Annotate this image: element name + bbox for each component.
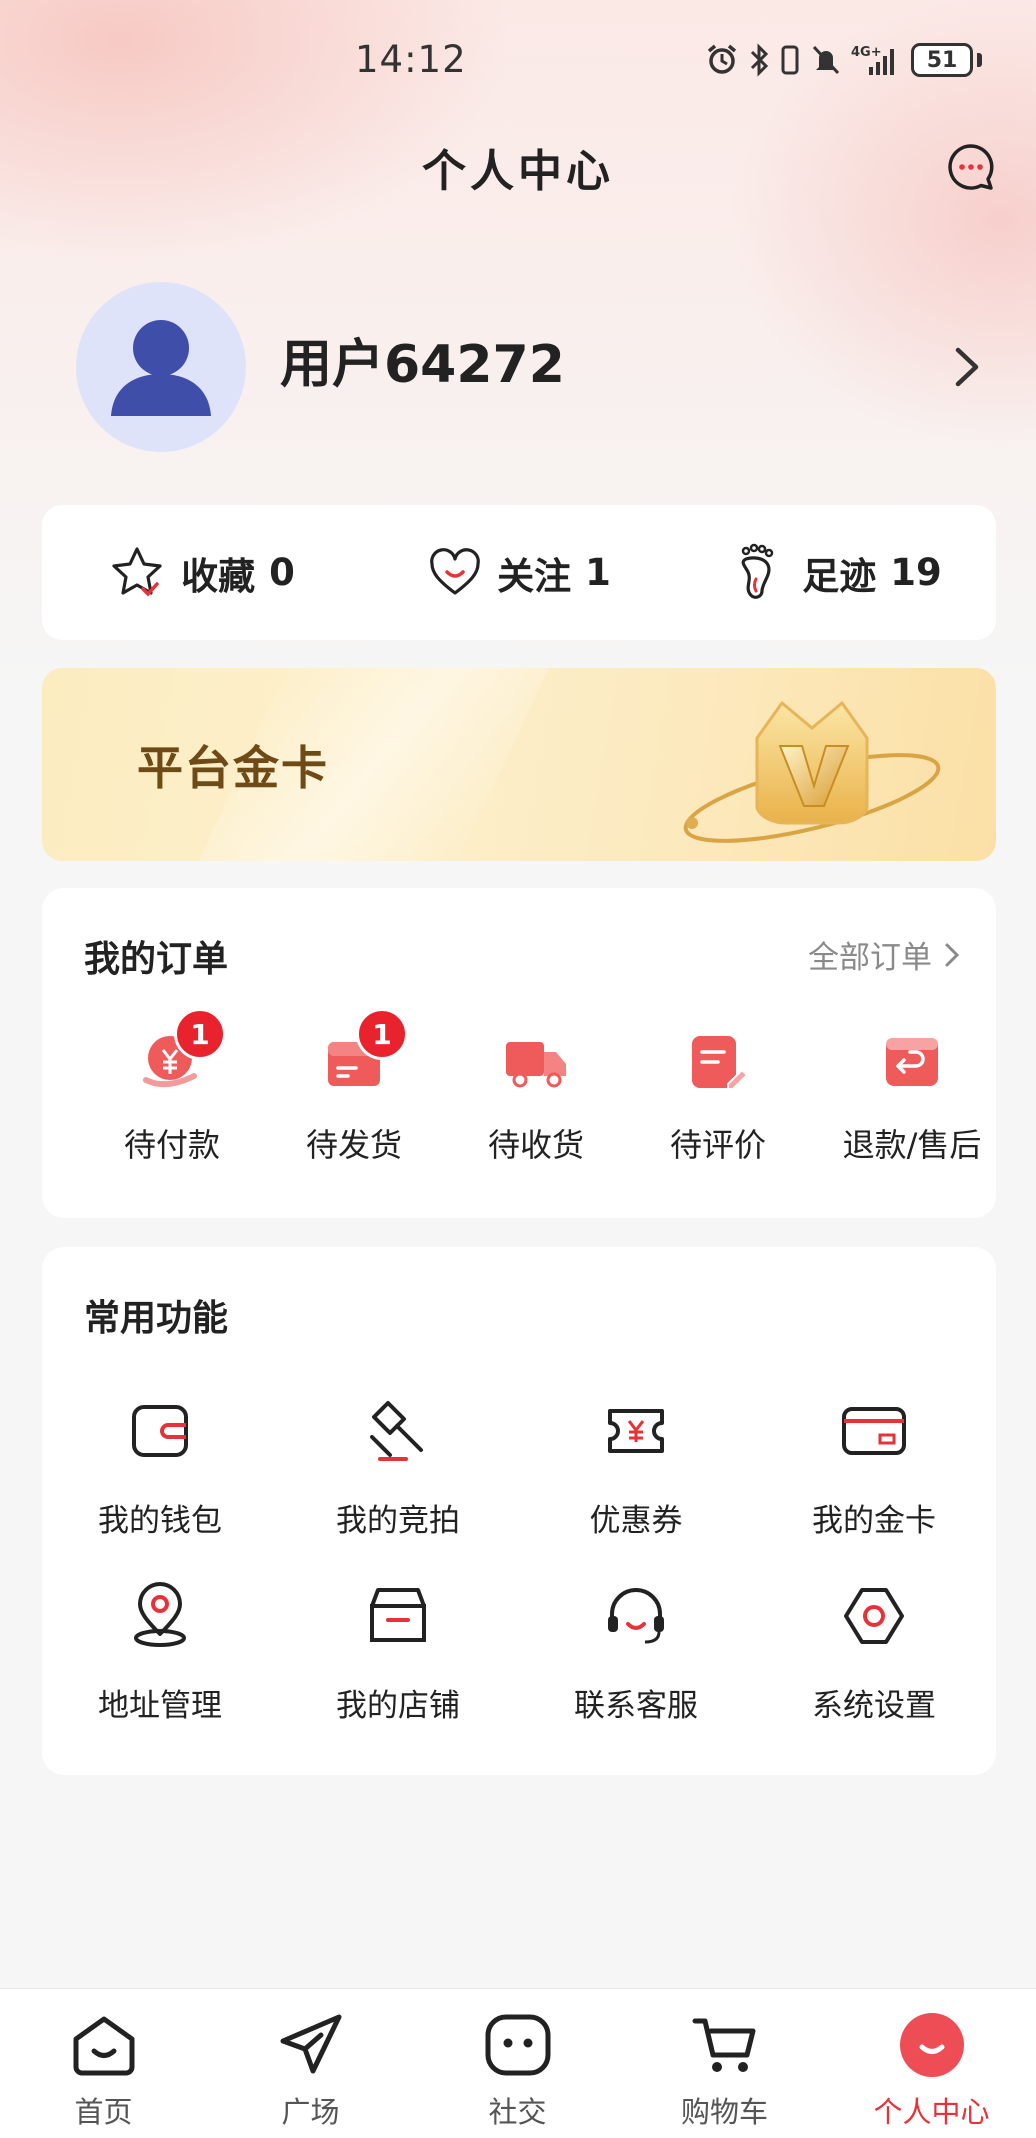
- stat-favorites[interactable]: 收藏 0: [42, 543, 360, 603]
- home-icon: [73, 2016, 134, 2076]
- bluetooth-icon: [750, 43, 769, 77]
- mute-bell-icon: [812, 45, 840, 75]
- order-pending-shipment[interactable]: 1 待发货: [264, 1008, 444, 1178]
- order-label: 待评价: [669, 1126, 766, 1164]
- truck-icon: [506, 1042, 566, 1088]
- all-orders-label: 全部订单: [808, 940, 932, 976]
- battery-indicator: 51: [911, 43, 973, 77]
- tab-profile[interactable]: 个人中心: [828, 1989, 1035, 2138]
- tab-label: 首页: [74, 2095, 133, 2129]
- tab-square[interactable]: 广场: [207, 1989, 414, 2138]
- func-label: 优惠券: [589, 1503, 683, 1539]
- stat-footprints[interactable]: 足迹 19: [678, 543, 996, 603]
- tab-label: 个人中心: [873, 2095, 990, 2129]
- headset-icon: [608, 1588, 664, 1644]
- vibrate-icon: [781, 45, 799, 75]
- func-label: 我的竞拍: [336, 1503, 460, 1539]
- username: 用户64272: [280, 335, 565, 395]
- alarm-icon: [707, 44, 737, 74]
- order-label: 退款/售后: [842, 1126, 982, 1164]
- footprint-icon: [741, 543, 774, 599]
- avatar[interactable]: [76, 282, 246, 452]
- stats-card: 收藏 0 关注 1 足迹 19: [42, 505, 996, 640]
- stat-following-count: 1: [585, 551, 611, 594]
- star-icon: [112, 546, 162, 597]
- func-label: 我的金卡: [812, 1503, 936, 1539]
- func-customer-service[interactable]: 联系客服: [536, 1582, 736, 1742]
- all-orders-link[interactable]: 全部订单: [808, 932, 960, 977]
- tab-home[interactable]: 首页: [0, 1989, 207, 2138]
- profile-header[interactable]: 用户64272: [76, 282, 979, 452]
- bottom-tab-bar: 首页 广场 社交 购物车 个人中心: [0, 1988, 1036, 2138]
- settings-icon: [844, 1588, 904, 1644]
- battery-tip: [977, 53, 982, 67]
- stat-favorites-count: 0: [269, 551, 295, 594]
- tab-label: 社交: [488, 2095, 547, 2129]
- order-label: 待发货: [305, 1126, 402, 1164]
- stat-footprints-label: 足迹: [802, 554, 877, 598]
- user-avatar-icon: [111, 320, 211, 416]
- func-store[interactable]: 我的店铺: [298, 1582, 498, 1742]
- func-gold-card[interactable]: 我的金卡: [774, 1397, 974, 1557]
- order-pending-receipt[interactable]: 待收货: [446, 1008, 626, 1178]
- location-pin-icon: [134, 1582, 186, 1647]
- stat-favorites-label: 收藏: [181, 554, 256, 598]
- order-pending-review[interactable]: 待评价: [628, 1008, 808, 1178]
- svg-text:4G+: 4G+: [851, 45, 882, 60]
- func-label: 系统设置: [812, 1688, 936, 1724]
- cart-icon: [692, 2018, 755, 2072]
- tab-social[interactable]: 社交: [414, 1989, 621, 2138]
- paper-plane-icon: [280, 2014, 341, 2074]
- status-bar: 14:12 4G+ 51: [0, 0, 1036, 120]
- func-auction[interactable]: 我的竞拍: [298, 1397, 498, 1557]
- chat-bubble-icon[interactable]: [946, 142, 996, 192]
- order-badge: 1: [356, 1008, 408, 1060]
- chevron-right-icon[interactable]: [946, 342, 986, 392]
- stat-following[interactable]: 关注 1: [360, 545, 678, 601]
- func-address[interactable]: 地址管理: [60, 1582, 260, 1742]
- signal-icon: 4G+: [851, 45, 894, 75]
- wallet-icon: [132, 1405, 188, 1457]
- social-face-icon: [485, 2014, 550, 2076]
- crown-v-icon: [683, 700, 941, 843]
- status-time: 14:12: [355, 38, 467, 81]
- order-badge: 1: [174, 1008, 226, 1060]
- order-refund[interactable]: 退款/售后: [822, 1008, 1002, 1178]
- gold-card-title: 平台金卡: [137, 741, 329, 795]
- func-wallet[interactable]: 我的钱包: [60, 1397, 260, 1557]
- func-label: 联系客服: [574, 1688, 698, 1724]
- func-label: 我的钱包: [98, 1503, 222, 1539]
- page-title: 个人中心: [422, 146, 614, 197]
- func-label: 地址管理: [98, 1688, 222, 1724]
- auction-hammer-icon: [370, 1401, 423, 1461]
- stat-footprints-count: 19: [890, 551, 942, 594]
- heart-icon: [430, 547, 480, 595]
- func-coupon[interactable]: 优惠券: [536, 1397, 736, 1557]
- store-icon: [370, 1588, 426, 1642]
- order-pending-payment[interactable]: 1 待付款: [82, 1008, 262, 1178]
- func-settings[interactable]: 系统设置: [774, 1582, 974, 1742]
- coupon-icon: [608, 1409, 664, 1453]
- status-icons: 4G+ 51: [705, 40, 982, 80]
- gold-card-banner[interactable]: 平台金卡: [42, 668, 996, 861]
- order-label: 待收货: [487, 1126, 584, 1164]
- stat-following-label: 关注: [497, 554, 572, 598]
- order-label: 待付款: [123, 1126, 220, 1164]
- tab-label: 广场: [281, 2095, 340, 2129]
- profile-smile-icon: [899, 2013, 964, 2077]
- review-icon: [692, 1036, 749, 1090]
- chevron-right-icon: [945, 943, 960, 966]
- orders-card: 我的订单 全部订单 1 待付款 1 待发货 待收货 待评价 退款/售后: [42, 888, 996, 1218]
- tab-label: 购物车: [680, 2095, 768, 2129]
- tab-cart[interactable]: 购物车: [621, 1989, 828, 2138]
- orders-title: 我的订单: [84, 939, 229, 980]
- functions-title: 常用功能: [84, 1298, 229, 1339]
- functions-card: 常用功能 我的钱包 我的竞拍 优惠券 我的金卡 地址管理 我的店铺 联系客服 系…: [42, 1247, 996, 1775]
- func-label: 我的店铺: [336, 1688, 460, 1724]
- refund-icon: [886, 1038, 938, 1086]
- card-icon: [842, 1407, 906, 1455]
